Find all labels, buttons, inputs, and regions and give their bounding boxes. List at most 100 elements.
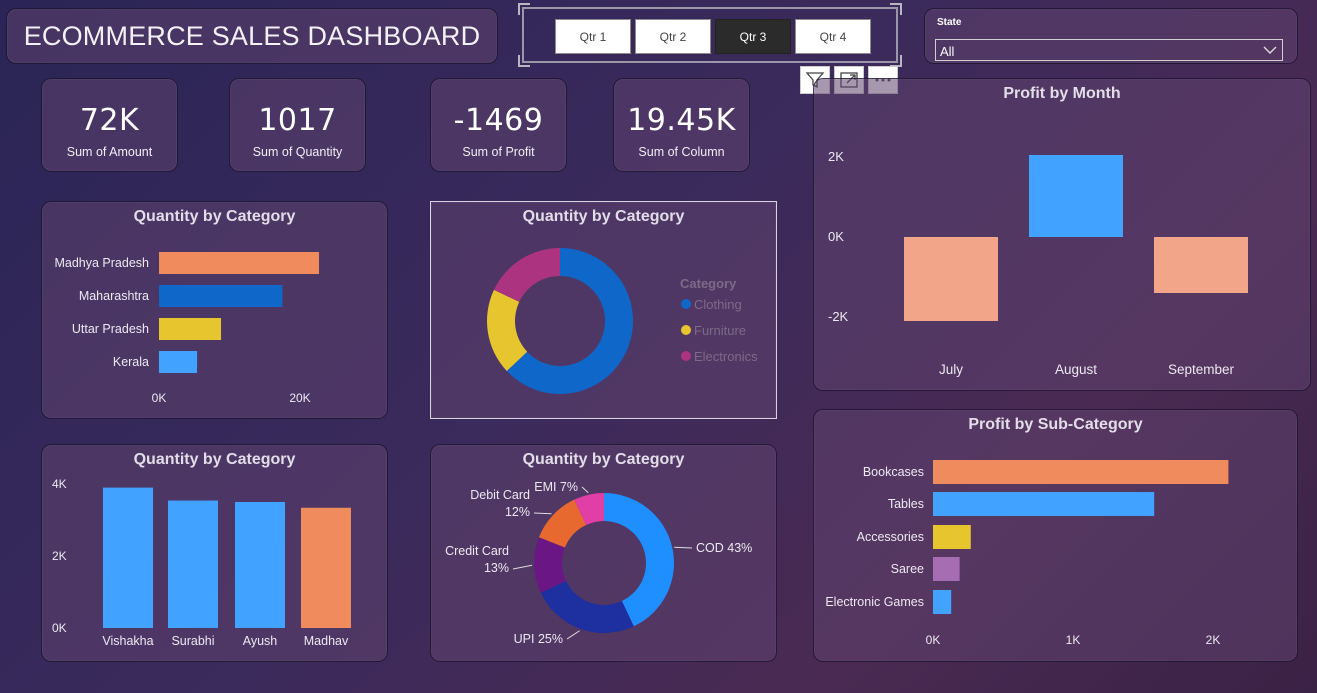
quantity-by-customer-chart[interactable]: Quantity by Category 0K 2K 4K Vishakha Surab… (41, 444, 388, 662)
bar (933, 460, 1229, 484)
bar (159, 318, 222, 340)
chart-plot: Bookcases Tables Accessories Saree Electroni… (825, 460, 1229, 647)
y-tick-label: 4K (52, 477, 67, 491)
chart-plot: 0K 2K 4K Vishakha Surabhi Ayush Madhav (52, 477, 351, 648)
y-tick-label: 0K (52, 621, 67, 635)
category-label: September (1168, 362, 1235, 377)
data-label: Credit Card (445, 544, 509, 558)
bar (301, 507, 351, 628)
category-label: Surabhi (171, 634, 214, 648)
chevron-down-icon (1263, 46, 1277, 54)
bar (159, 351, 198, 373)
chart-plot: -2K 0K 2K July August September (828, 149, 1248, 377)
quarter-slicer[interactable]: Qtr 1 Qtr 2 Qtr 3 Qtr 4 (518, 3, 902, 67)
category-label: Accessories (857, 530, 924, 544)
bar (904, 237, 998, 321)
kpi-value: -1469 (453, 103, 544, 138)
data-label: EMI 7% (534, 480, 578, 494)
y-tick-label: -2K (828, 309, 849, 324)
x-tick-label: 2K (1206, 633, 1221, 647)
category-label: Bookcases (863, 465, 924, 479)
payment-mode-donut[interactable]: Quantity by Category COD 43% UPI 25% Credi… (430, 444, 777, 662)
category-label: Uttar Pradesh (72, 322, 149, 336)
category-label: Ayush (243, 634, 278, 648)
bar (235, 502, 285, 628)
kpi-label: Sum of Column (638, 145, 725, 159)
bar (159, 252, 320, 274)
category-label: Vishakha (102, 634, 153, 648)
bar (933, 557, 960, 581)
leader-line (566, 630, 580, 640)
category-label: Maharashtra (79, 289, 149, 303)
bar (933, 590, 952, 614)
leader-line (533, 512, 552, 515)
category-label: Madhya Pradesh (54, 256, 149, 270)
kpi-value: 19.45K (627, 103, 736, 138)
bar (159, 285, 283, 307)
category-label: Saree (891, 562, 924, 576)
leader-line (512, 564, 533, 570)
chart-plot: COD 43% UPI 25% Credit Card 13% Debit Card 12… (445, 480, 752, 646)
category-label: August (1055, 362, 1097, 377)
bar (933, 492, 1155, 516)
kpi-label: Sum of Profit (462, 145, 535, 159)
category-label: Madhav (304, 634, 349, 648)
legend-title: Category (680, 276, 737, 291)
y-tick-label: 0K (828, 229, 844, 244)
data-label: 13% (484, 561, 509, 575)
state-label: State (937, 17, 962, 28)
donut-slice (540, 580, 634, 633)
bar (103, 487, 153, 628)
category-label: July (939, 362, 963, 377)
chart-plot: Madhya Pradesh Maharashtra Uttar Pradesh Ke… (54, 252, 320, 405)
chart-plot: Category Clothing Furniture Electronics (487, 248, 758, 394)
quarter-button-2[interactable]: Qtr 2 (635, 19, 711, 54)
legend-marker (681, 351, 691, 361)
state-dropdown[interactable]: All (935, 39, 1283, 61)
quarter-button-1[interactable]: Qtr 1 (555, 19, 631, 54)
legend-label: Electronics (694, 349, 758, 364)
state-slicer-card: State All (924, 8, 1298, 64)
resize-handle[interactable] (890, 3, 902, 15)
donut-slice (493, 248, 560, 302)
quarter-button-4[interactable]: Qtr 4 (795, 19, 871, 54)
category-label: Kerala (113, 355, 149, 369)
x-tick-label: 1K (1066, 633, 1081, 647)
data-label: COD 43% (696, 541, 752, 555)
kpi-value: 72K (79, 103, 140, 138)
legend-marker (681, 299, 691, 309)
resize-handle[interactable] (518, 3, 530, 15)
quantity-by-state-chart[interactable]: Quantity by Category Madhya Pradesh Mahar… (41, 201, 388, 419)
bar (1154, 237, 1248, 293)
legend-label: Furniture (694, 323, 746, 338)
data-label: Debit Card (470, 488, 530, 502)
kpi-card-column: 19.45K Sum of Column (613, 78, 750, 172)
leader-line (674, 546, 693, 549)
kpi-value: 1017 (258, 103, 337, 138)
quantity-by-category-donut[interactable]: Quantity by Category Category Clothing Fur… (430, 201, 777, 419)
kpi-card-amount: 72K Sum of Amount (41, 78, 178, 172)
y-tick-label: 2K (52, 549, 67, 563)
dashboard-title-card: ECOMMERCE SALES DASHBOARD (6, 8, 498, 64)
resize-handle[interactable] (518, 55, 530, 67)
bar (1029, 155, 1123, 237)
x-tick-label: 0K (926, 633, 941, 647)
quarter-button-3[interactable]: Qtr 3 (715, 19, 791, 54)
legend-marker (681, 325, 691, 335)
bar (933, 525, 971, 549)
data-label: 12% (505, 505, 530, 519)
state-dropdown-value: All (940, 44, 955, 59)
kpi-label: Sum of Quantity (252, 145, 343, 159)
kpi-card-quantity: 1017 Sum of Quantity (229, 78, 366, 172)
dashboard-title: ECOMMERCE SALES DASHBOARD (23, 21, 481, 51)
data-label: UPI 25% (514, 632, 563, 646)
category-label: Tables (888, 497, 924, 511)
category-label: Electronic Games (825, 595, 924, 609)
x-tick-label: 0K (152, 391, 167, 405)
leader-line (581, 486, 589, 494)
profit-by-subcategory-chart[interactable]: Profit by Sub-Category Bookcases Tables Ac… (813, 409, 1298, 662)
legend-label: Clothing (694, 297, 742, 312)
x-tick-label: 20K (289, 391, 310, 405)
profit-by-month-chart[interactable]: Profit by Month -2K 0K 2K July August Septemb… (813, 78, 1311, 391)
kpi-card-profit: -1469 Sum of Profit (430, 78, 567, 172)
